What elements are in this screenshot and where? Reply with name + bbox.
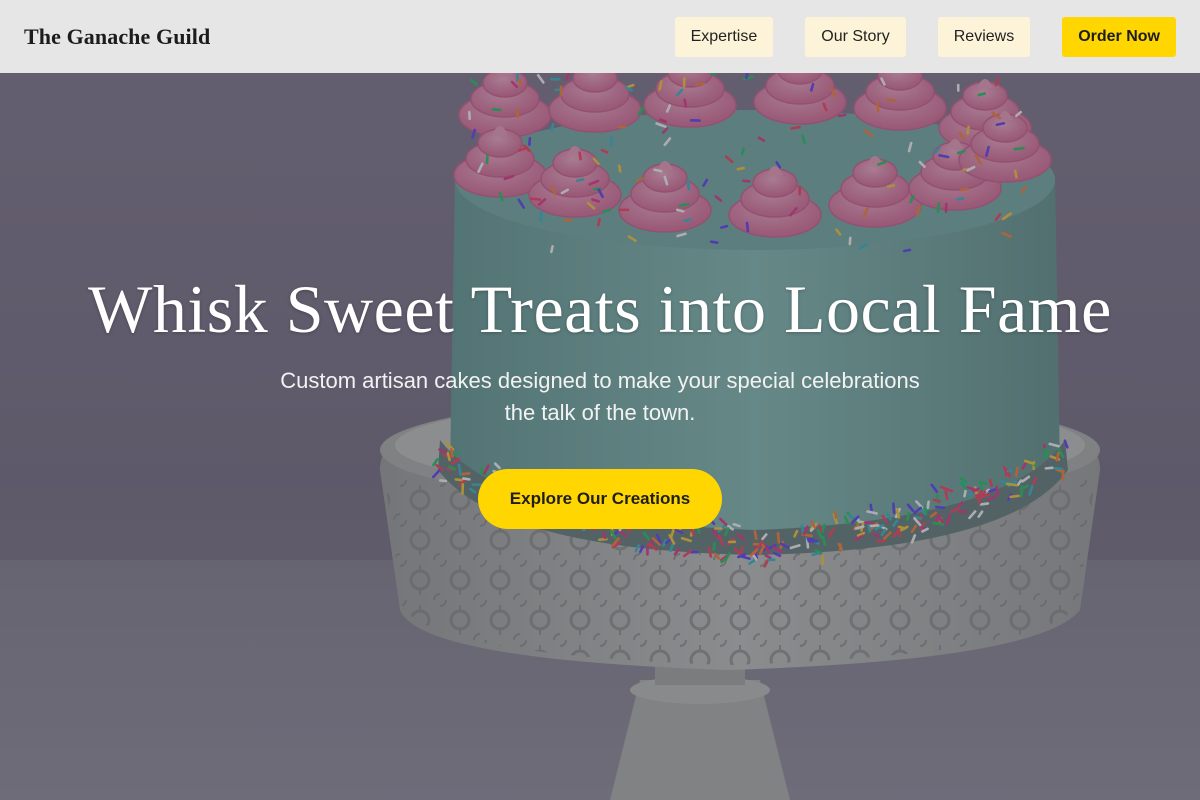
nav-expertise-button[interactable]: Expertise (674, 16, 774, 57)
navbar: The Ganache Guild Expertise Our Story Re… (0, 0, 1200, 73)
hero-headline: Whisk Sweet Treats into Local Fame (88, 271, 1112, 347)
brand-logo[interactable]: The Ganache Guild (24, 24, 210, 50)
explore-creations-button[interactable]: Explore Our Creations (477, 469, 723, 529)
nav-reviews-button[interactable]: Reviews (937, 16, 1031, 57)
nav-links: Expertise Our Story Reviews Order Now (674, 16, 1176, 57)
nav-our-story-button[interactable]: Our Story (805, 16, 906, 57)
order-now-button[interactable]: Order Now (1062, 16, 1176, 57)
hero-subheadline: Custom artisan cakes designed to make yo… (280, 368, 920, 425)
hero-content: Whisk Sweet Treats into Local Fame Custo… (0, 270, 1200, 529)
